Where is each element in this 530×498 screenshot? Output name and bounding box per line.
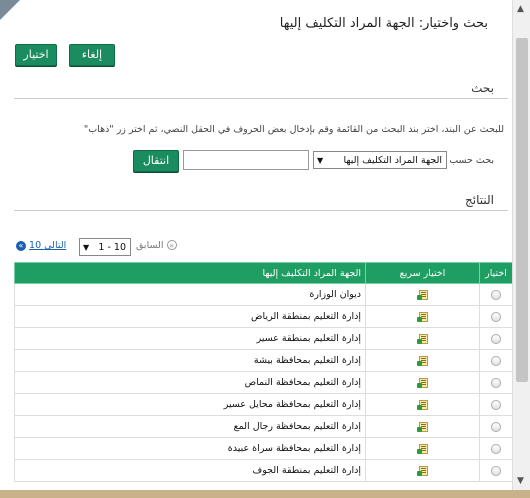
go-button[interactable]: انتقال [133,150,179,172]
quick-select-cell [365,437,480,460]
select-cell [479,371,512,394]
pager-prev: السابق » [136,240,177,256]
results-section-title: النتائج [465,193,494,207]
select-radio[interactable] [491,377,502,388]
table-row[interactable]: إدارة التعليم بمنطقة الرياض [14,305,512,328]
search-section-title: بحث [471,81,494,95]
select-cell [479,415,512,438]
next-link[interactable]: 10 التالي [29,240,66,251]
quick-select-cell [365,415,480,438]
quick-select-cell [365,371,480,394]
entity-name: إدارة التعليم بمحافظة محايل عسير [14,393,366,416]
dialog-content: بحث واختيار: الجهة المراد التكليف إليها … [0,0,512,490]
table-row[interactable]: إدارة التعليم بمنطقة الجوف [14,459,512,482]
select-button[interactable]: اختيار [15,44,57,66]
table-row[interactable]: إدارة التعليم بمحافظة سراة عبيدة [14,437,512,460]
search-by-select[interactable]: ▼ الجهة المراد التكليف إليها [313,151,447,169]
results-table: الجهة المراد التكليف إليها اختيار سريع ا… [14,262,512,482]
column-header-entity[interactable]: الجهة المراد التكليف إليها [14,262,366,284]
entity-name: إدارة التعليم بمنطقة الجوف [14,459,366,482]
search-instructions: للبحث عن البند، اختر بند البحث من القائم… [83,124,504,135]
select-cell [479,349,512,372]
select-cell [479,459,512,482]
dialog-window: بحث واختيار: الجهة المراد التكليف إليها … [0,0,530,498]
prev-arrow-icon: » [166,240,177,250]
quick-select-icon[interactable] [416,289,429,301]
entity-name: ديوان الوزارة [14,283,366,306]
search-text-input[interactable] [183,150,309,170]
select-radio[interactable] [491,443,502,454]
quick-select-cell [365,349,480,372]
results-divider [14,210,508,211]
chevron-down-icon: ▼ [317,156,324,165]
vertical-scrollbar[interactable]: ▲ ▼ [512,0,530,490]
chevron-down-icon: ▼ [83,243,90,252]
quick-select-icon[interactable] [416,421,429,433]
entity-name: إدارة التعليم بمنطقة الرياض [14,305,366,328]
column-header-select: اختيار [479,262,512,284]
search-divider [14,98,508,99]
entity-name: إدارة التعليم بمحافظة رجال المع [14,415,366,438]
quick-select-icon[interactable] [416,311,429,323]
window-corner [0,0,20,20]
select-cell [479,327,512,350]
entity-name: إدارة التعليم بمحافظة بيشة [14,349,366,372]
scrollbar-thumb[interactable] [516,38,528,382]
quick-select-cell [365,327,480,350]
entity-name: إدارة التعليم بمحافظة سراة عبيدة [14,437,366,460]
select-radio[interactable] [491,355,502,366]
table-row[interactable]: إدارة التعليم بمحافظة محايل عسير [14,393,512,416]
quick-select-icon[interactable] [416,443,429,455]
cancel-button[interactable]: إلغاء [69,44,115,66]
scroll-up-icon[interactable]: ▲ [517,4,524,14]
quick-select-icon[interactable] [416,377,429,389]
results-body: ديوان الوزارة إدارة التعليم بمنطقة الرياض… [14,283,512,482]
quick-select-cell [365,283,480,306]
quick-select-cell [365,305,480,328]
bottom-edge [0,490,530,498]
next-arrow-icon: « [16,241,26,251]
prev-label: السابق [136,240,164,251]
select-cell [479,283,512,306]
column-header-quick-select: اختيار سريع [365,262,480,284]
select-cell [479,305,512,328]
select-radio[interactable] [491,399,502,410]
select-radio[interactable] [491,311,502,322]
select-radio[interactable] [491,421,502,432]
quick-select-icon[interactable] [416,333,429,345]
quick-select-cell [365,393,480,416]
table-row[interactable]: إدارة التعليم بمحافظة بيشة [14,349,512,372]
pager-next[interactable]: « 10 التالي [16,240,66,256]
entity-name: إدارة التعليم بمحافظة النماص [14,371,366,394]
entity-name: إدارة التعليم بمنطقة عسير [14,327,366,350]
table-row[interactable]: إدارة التعليم بمحافظة النماص [14,371,512,394]
results-header-row: الجهة المراد التكليف إليها اختيار سريع ا… [14,262,512,284]
table-row[interactable]: ديوان الوزارة [14,283,512,306]
scroll-down-icon[interactable]: ▼ [517,476,524,486]
select-radio[interactable] [491,465,502,476]
dialog-title: بحث واختيار: الجهة المراد التكليف إليها [279,16,488,31]
quick-select-cell [365,459,480,482]
search-by-value: الجهة المراد التكليف إليها [343,155,442,166]
select-radio[interactable] [491,289,502,300]
quick-select-icon[interactable] [416,399,429,411]
page-range-value: 1 - 10 [98,242,126,253]
table-row[interactable]: إدارة التعليم بمنطقة عسير [14,327,512,350]
quick-select-icon[interactable] [416,355,429,367]
select-radio[interactable] [491,333,502,344]
table-row[interactable]: إدارة التعليم بمحافظة رجال المع [14,415,512,438]
quick-select-icon[interactable] [416,465,429,477]
select-cell [479,437,512,460]
select-cell [479,393,512,416]
page-range-select[interactable]: ▼ 1 - 10 [79,238,131,256]
search-by-label: بحث حسب [449,155,494,166]
